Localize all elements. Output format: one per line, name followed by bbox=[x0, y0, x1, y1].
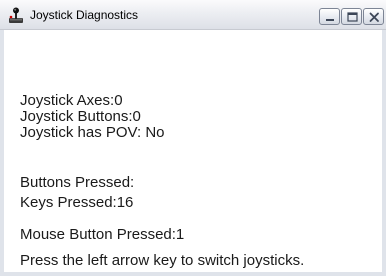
window-frame-bottom bbox=[0, 272, 386, 276]
joystick-axes-label: Joystick Axes:0 bbox=[20, 92, 123, 109]
joystick-icon[interactable] bbox=[7, 6, 25, 24]
minimize-icon bbox=[326, 19, 334, 21]
mouse-button-pressed-label: Mouse Button Pressed:1 bbox=[20, 226, 185, 243]
maximize-button[interactable] bbox=[341, 8, 362, 25]
close-icon bbox=[369, 12, 379, 22]
window-frame-right bbox=[382, 30, 386, 276]
app-window: Joystick Diagnostics Joystick Axes:0 Joy… bbox=[0, 0, 386, 276]
maximize-icon bbox=[347, 12, 358, 22]
window-title: Joystick Diagnostics bbox=[30, 8, 139, 22]
buttons-pressed-label: Buttons Pressed: bbox=[20, 174, 135, 191]
instruction-text: Press the left arrow key to switch joyst… bbox=[20, 252, 305, 269]
joystick-pov-label: Joystick has POV: No bbox=[20, 124, 165, 141]
title-bar[interactable]: Joystick Diagnostics bbox=[0, 0, 386, 30]
keys-pressed-label: Keys Pressed:16 bbox=[20, 194, 134, 211]
joystick-buttons-label: Joystick Buttons:0 bbox=[20, 108, 141, 125]
minimize-button[interactable] bbox=[319, 8, 340, 25]
close-button[interactable] bbox=[363, 8, 384, 25]
